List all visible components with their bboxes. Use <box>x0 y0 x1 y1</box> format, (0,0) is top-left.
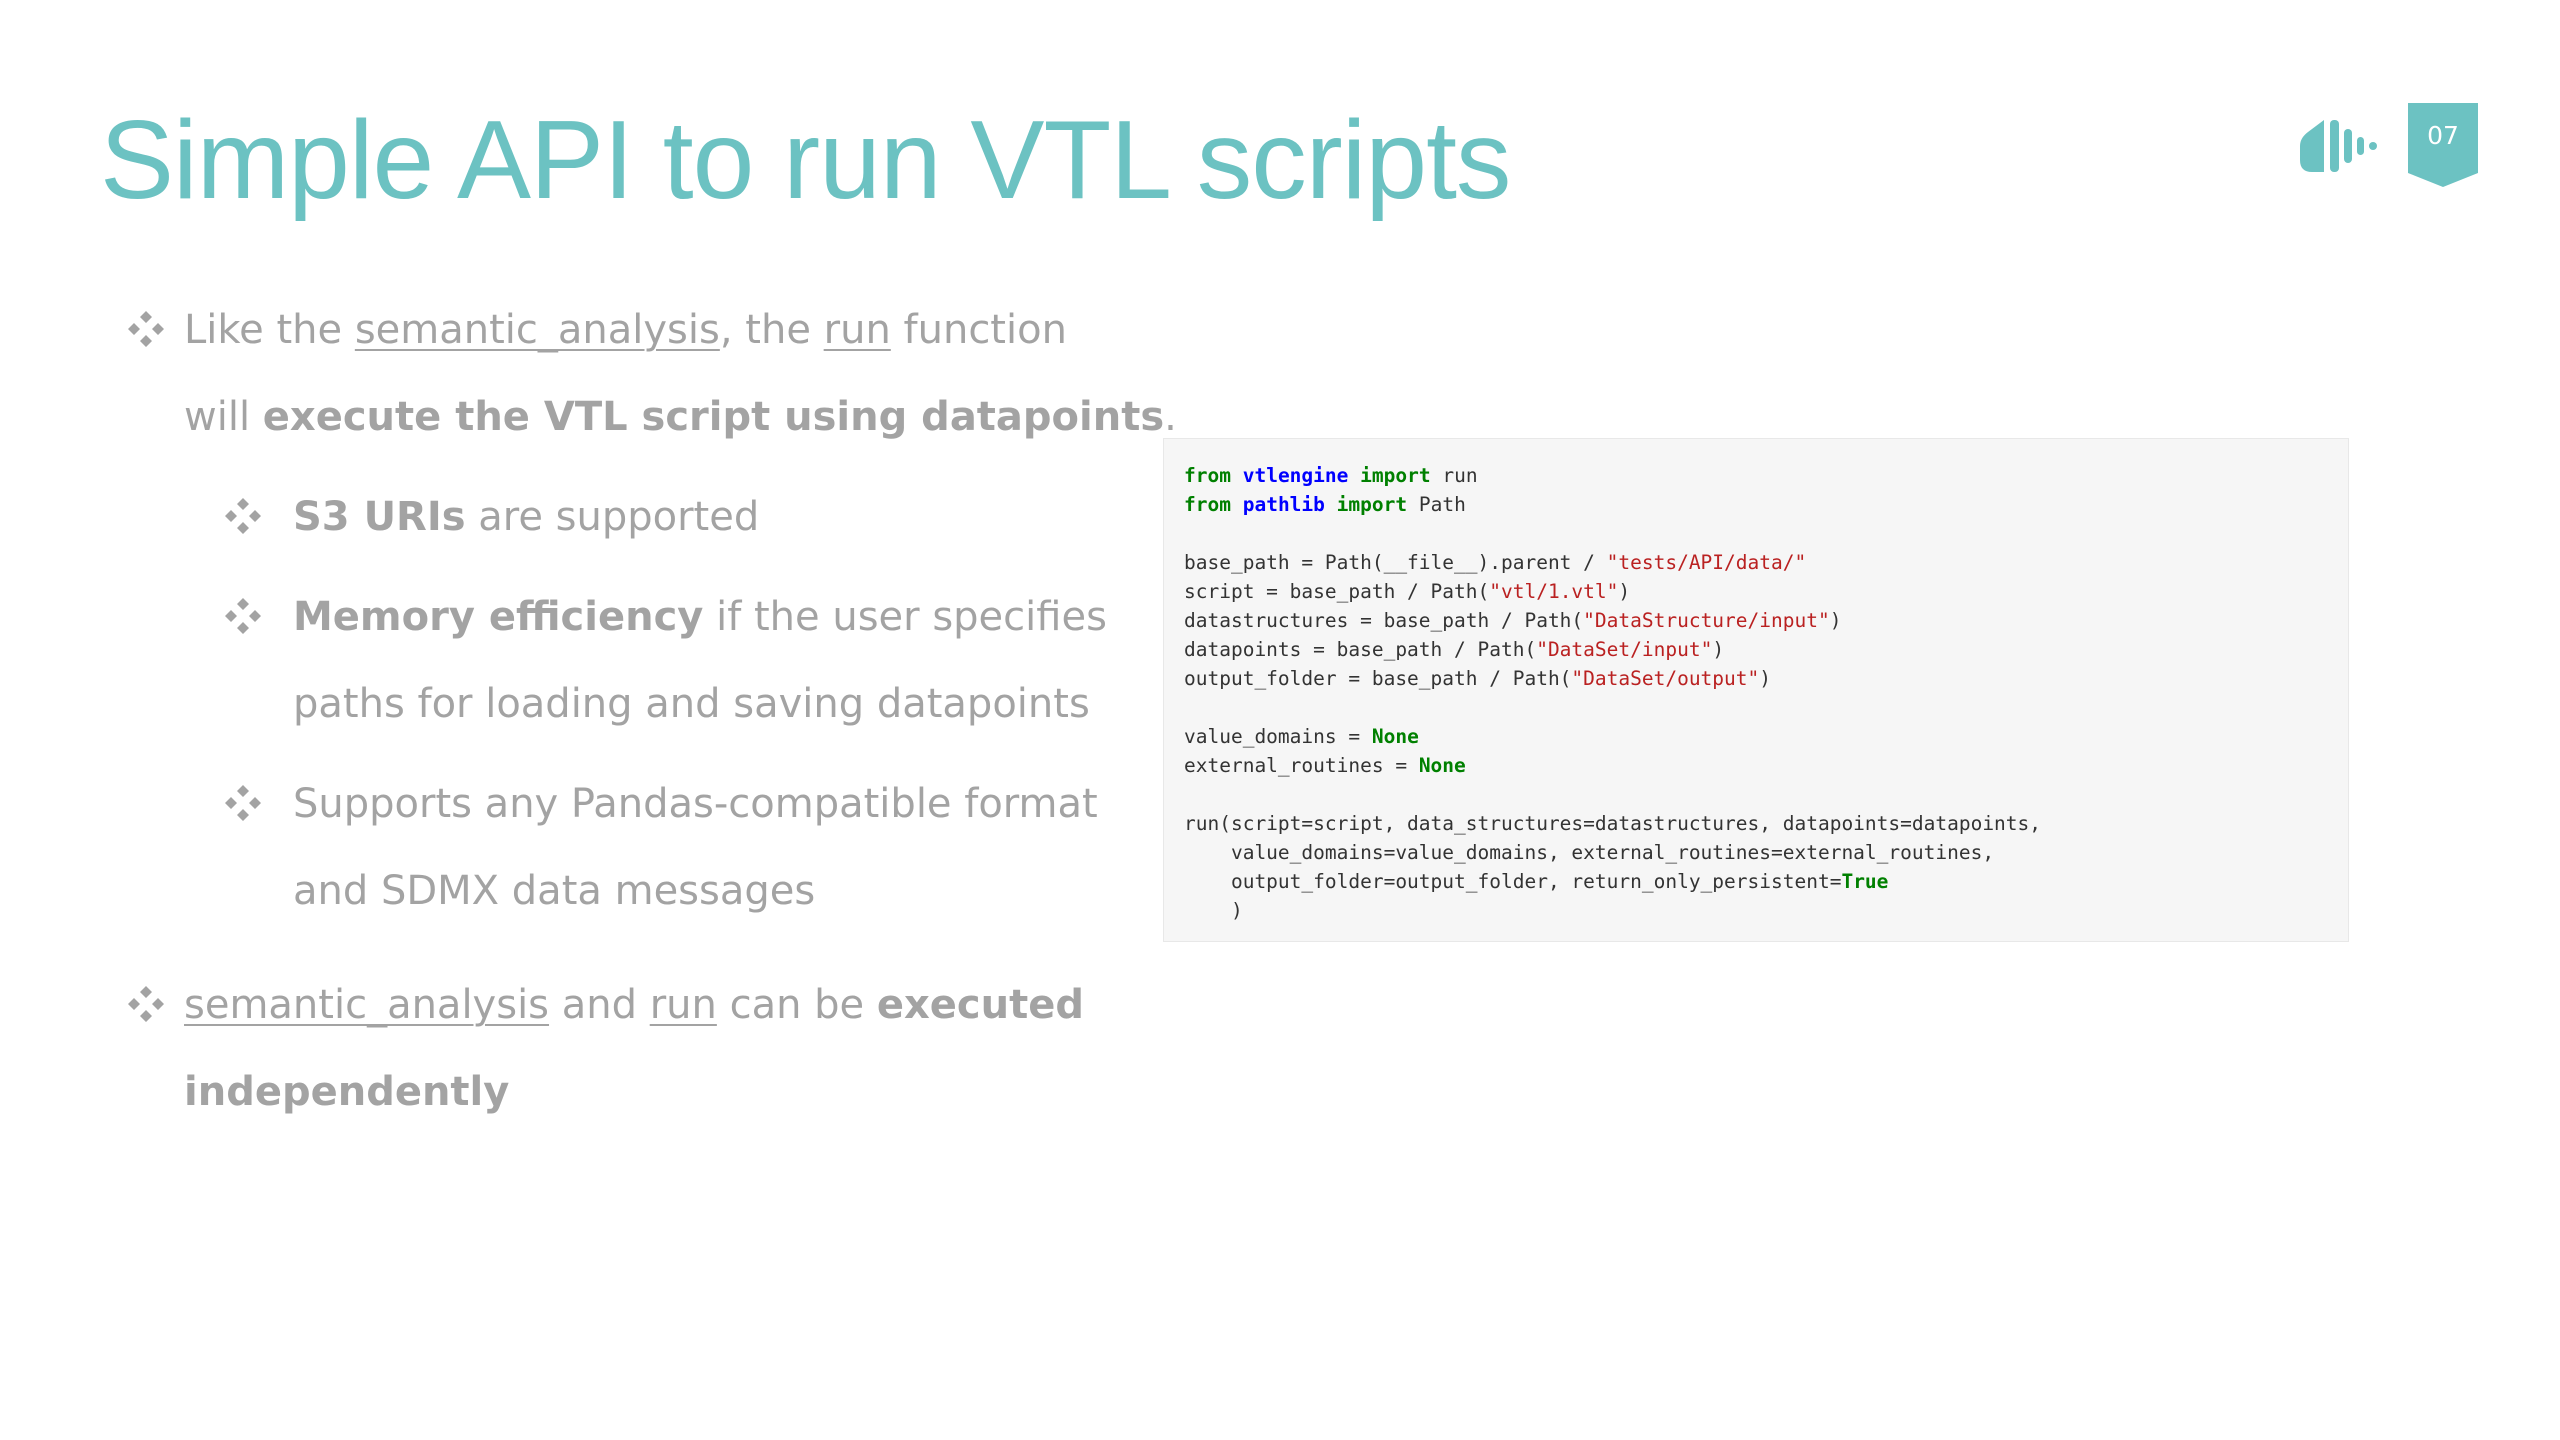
bullet-2-continuation: independently <box>184 1049 509 1136</box>
bullet-1-text: , the <box>719 307 824 353</box>
code-string: "DataStructure/input" <box>1583 609 1830 632</box>
sub-bullet-text: Supports any Pandas-compatible format <box>293 781 1098 827</box>
code-text: external_routines = <box>1184 754 1419 777</box>
bullet-2-emphasis: executed <box>876 982 1085 1028</box>
code-line-4: base_path = Path(__file__).parent / "tes… <box>1184 548 2041 577</box>
code-text: datastructures = base_path / Path( <box>1184 609 1584 632</box>
run-term: run <box>649 982 717 1028</box>
sub-bullet-text: and SDMX data messages <box>293 868 816 914</box>
bullet-1-continuation: will execute the VTL script using datapo… <box>184 374 1177 461</box>
code-constant: None <box>1371 725 1419 748</box>
page-number-badge: 07 <box>2408 103 2478 187</box>
sub-bullet-text: are supported <box>465 494 760 540</box>
code-string: "DataSet/output" <box>1571 667 1760 690</box>
code-text: script = base_path / Path( <box>1184 580 1490 603</box>
code-module: pathlib <box>1242 493 1325 516</box>
code-module: vtlengine <box>1242 464 1349 487</box>
code-line-13: run(script=script, data_structures=datas… <box>1184 809 2041 838</box>
sub-bullet-text: paths for loading and saving datapoints <box>293 681 1090 727</box>
code-string: "DataSet/input" <box>1536 638 1713 661</box>
sub-bullet-memory: Memory efficiency if the user specifies <box>225 574 1107 661</box>
bullet-1-text: . <box>1164 394 1177 440</box>
bullet-2-text: and <box>549 982 650 1028</box>
code-text: output_folder = base_path / Path( <box>1184 667 1572 690</box>
code-keyword: import <box>1336 493 1408 516</box>
code-line-5: script = base_path / Path("vtl/1.vtl") <box>1184 577 2041 606</box>
sub-bullet-emphasis: Memory efficiency <box>293 594 704 640</box>
code-text: value_domains = <box>1184 725 1372 748</box>
code-line-15: output_folder=output_folder, return_only… <box>1184 867 2041 896</box>
semantic-analysis-term: semantic_analysis <box>354 307 720 353</box>
bullet-2-text: can be <box>716 982 877 1028</box>
code-text: ) <box>1618 580 1631 603</box>
run-term: run <box>823 307 891 353</box>
code-text: datapoints = base_path / Path( <box>1184 638 1537 661</box>
four-diamond-bullet-icon <box>225 785 261 821</box>
four-diamond-bullet-icon <box>225 598 261 634</box>
code-text: Path <box>1418 493 1466 516</box>
code-line-7: datapoints = base_path / Path("DataSet/i… <box>1184 635 2041 664</box>
code-text: ) <box>1712 638 1725 661</box>
sub-bullet-pandas-continuation: and SDMX data messages <box>293 848 815 935</box>
code-snippet: from vtlengine import run from pathlib im… <box>1163 438 2349 942</box>
page-number: 07 <box>2427 121 2459 150</box>
four-diamond-bullet-icon <box>128 311 164 347</box>
bullet-1: Like the semantic_analysis, the run func… <box>128 287 1067 374</box>
code-keyword: import <box>1360 464 1431 487</box>
code-line-16: ) <box>1184 896 2041 925</box>
code-text: run(script=script, data_structures=datas… <box>1184 812 2042 835</box>
code-line-11: external_routines = None <box>1184 751 2041 780</box>
four-diamond-bullet-icon <box>128 986 164 1022</box>
sub-bullet-memory-continuation: paths for loading and saving datapoints <box>293 661 1090 748</box>
code-string: "vtl/1.vtl" <box>1489 580 1619 603</box>
code-line-1: from vtlengine import run <box>1184 461 2041 490</box>
bullet-1-text: Like the <box>184 307 355 353</box>
code-text: value_domains=value_domains, external_ro… <box>1184 841 1995 864</box>
code-text: base_path = Path(__file__).parent / <box>1184 551 1607 574</box>
code-line-6: datastructures = base_path / Path("DataS… <box>1184 606 2041 635</box>
code-line-8: output_folder = base_path / Path("DataSe… <box>1184 664 2041 693</box>
code-line-2: from pathlib import Path <box>1184 490 2041 519</box>
code-keyword: from <box>1184 493 1231 516</box>
semantic-analysis-term: semantic_analysis <box>184 982 550 1028</box>
code-text: ) <box>1184 899 1243 922</box>
bullet-1-emphasis: execute the VTL script using datapoints <box>262 394 1165 440</box>
sound-wave-logo-icon <box>2300 120 2377 172</box>
code-text: run <box>1442 464 1478 487</box>
code-block: from vtlengine import run from pathlib im… <box>1184 461 2041 925</box>
slide-title: Simple API to run VTL scripts <box>100 98 1511 222</box>
four-diamond-bullet-icon <box>225 498 261 534</box>
sub-bullet-s3: S3 URIs are supported <box>225 474 760 561</box>
code-line-10: value_domains = None <box>1184 722 2041 751</box>
code-text: ) <box>1829 609 1842 632</box>
sub-bullet-emphasis: S3 URIs <box>293 494 466 540</box>
code-constant: True <box>1841 870 1889 893</box>
code-line-14: value_domains=value_domains, external_ro… <box>1184 838 2041 867</box>
code-keyword: from <box>1184 464 1231 487</box>
bullet-2: semantic_analysis and run can be execute… <box>128 962 1085 1049</box>
bullet-2-emphasis: independently <box>184 1069 510 1115</box>
bullet-1-text: function <box>890 307 1067 353</box>
code-text: output_folder=output_folder, return_only… <box>1184 870 1842 893</box>
code-text: ) <box>1759 667 1772 690</box>
sub-bullet-pandas: Supports any Pandas-compatible format <box>225 761 1098 848</box>
code-constant: None <box>1418 754 1466 777</box>
code-string: "tests/API/data/" <box>1606 551 1807 574</box>
sub-bullet-text: if the user specifies <box>703 594 1107 640</box>
bullet-1-text: will <box>184 394 263 440</box>
